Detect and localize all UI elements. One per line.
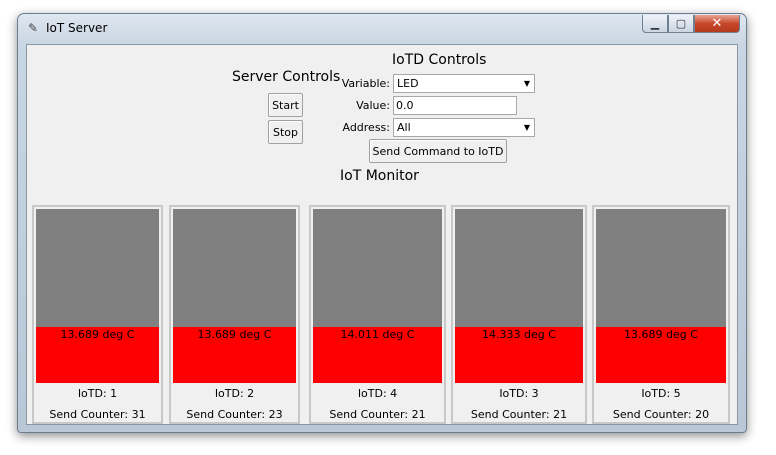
address-select[interactable]: All ▼ bbox=[393, 118, 535, 137]
close-button[interactable]: ✕ bbox=[694, 15, 740, 33]
temperature-gauge: 14.011 deg C bbox=[313, 209, 442, 383]
send-counter: Send Counter: 21 bbox=[470, 408, 568, 421]
temperature-gauge: 14.333 deg C bbox=[455, 209, 583, 383]
temperature-reading: 13.689 deg C bbox=[60, 328, 135, 341]
temperature-gauge: 13.689 deg C bbox=[173, 209, 296, 383]
address-label: Address: bbox=[342, 121, 390, 134]
title-bar[interactable]: ✎ IoT Server ▁ ▢ ✕ bbox=[18, 14, 746, 44]
chevron-down-icon[interactable]: ▼ bbox=[524, 75, 530, 92]
send-command-button[interactable]: Send Command to IoTD bbox=[369, 139, 507, 163]
send-counter: Send Counter: 21 bbox=[329, 408, 426, 421]
app-window: ✎ IoT Server ▁ ▢ ✕ Server Controls Start… bbox=[17, 13, 747, 433]
client-area: Server Controls Start Stop IoTD Controls… bbox=[26, 44, 738, 425]
minimize-button[interactable]: ▁ bbox=[642, 15, 668, 33]
iot-monitor-heading: IoT Monitor bbox=[340, 168, 419, 184]
value-field[interactable]: 0.0 bbox=[393, 96, 517, 115]
send-counter: Send Counter: 31 bbox=[49, 408, 146, 421]
device-id: IoTD: 5 bbox=[641, 387, 681, 400]
send-counter: Send Counter: 20 bbox=[612, 408, 710, 421]
close-icon: ✕ bbox=[711, 16, 723, 31]
variable-select[interactable]: LED ▼ bbox=[393, 74, 535, 93]
temperature-reading: 14.011 deg C bbox=[340, 328, 415, 341]
feather-icon: ✎ bbox=[28, 21, 39, 35]
device-id: IoTD: 4 bbox=[357, 387, 398, 400]
maximize-icon: ▢ bbox=[675, 17, 687, 30]
stop-button[interactable]: Stop bbox=[268, 120, 303, 144]
variable-value: LED bbox=[397, 77, 419, 90]
minimize-icon: ▁ bbox=[650, 17, 660, 30]
temperature-gauge: 13.689 deg C bbox=[596, 209, 726, 383]
variable-label: Variable: bbox=[341, 77, 390, 90]
iotd-controls-heading: IoTD Controls bbox=[392, 52, 487, 68]
address-value: All bbox=[397, 121, 411, 134]
device-id: IoTD: 3 bbox=[499, 387, 539, 400]
temperature-reading: 14.333 deg C bbox=[482, 328, 556, 341]
server-controls-heading: Server Controls bbox=[232, 69, 341, 85]
device-monitor: 14.333 deg C IoTD: 3 Send Counter: 21 bbox=[451, 205, 587, 424]
send-counter: Send Counter: 23 bbox=[186, 408, 283, 421]
start-button[interactable]: Start bbox=[268, 93, 303, 117]
temperature-reading: 13.689 deg C bbox=[624, 328, 698, 341]
maximize-button[interactable]: ▢ bbox=[668, 15, 694, 33]
temperature-gauge: 13.689 deg C bbox=[36, 209, 159, 383]
value-label: Value: bbox=[356, 99, 390, 112]
device-monitor: 13.689 deg C IoTD: 5 Send Counter: 20 bbox=[592, 205, 730, 424]
temperature-reading: 13.689 deg C bbox=[197, 328, 272, 341]
device-monitor: 13.689 deg C IoTD: 2 Send Counter: 23 bbox=[169, 205, 300, 424]
device-monitor: 13.689 deg C IoTD: 1 Send Counter: 31 bbox=[32, 205, 163, 424]
device-id: IoTD: 2 bbox=[214, 387, 255, 400]
device-id: IoTD: 1 bbox=[77, 387, 118, 400]
device-monitor: 14.011 deg C IoTD: 4 Send Counter: 21 bbox=[309, 205, 446, 424]
chevron-down-icon[interactable]: ▼ bbox=[524, 119, 530, 136]
window-title: IoT Server bbox=[46, 21, 108, 35]
